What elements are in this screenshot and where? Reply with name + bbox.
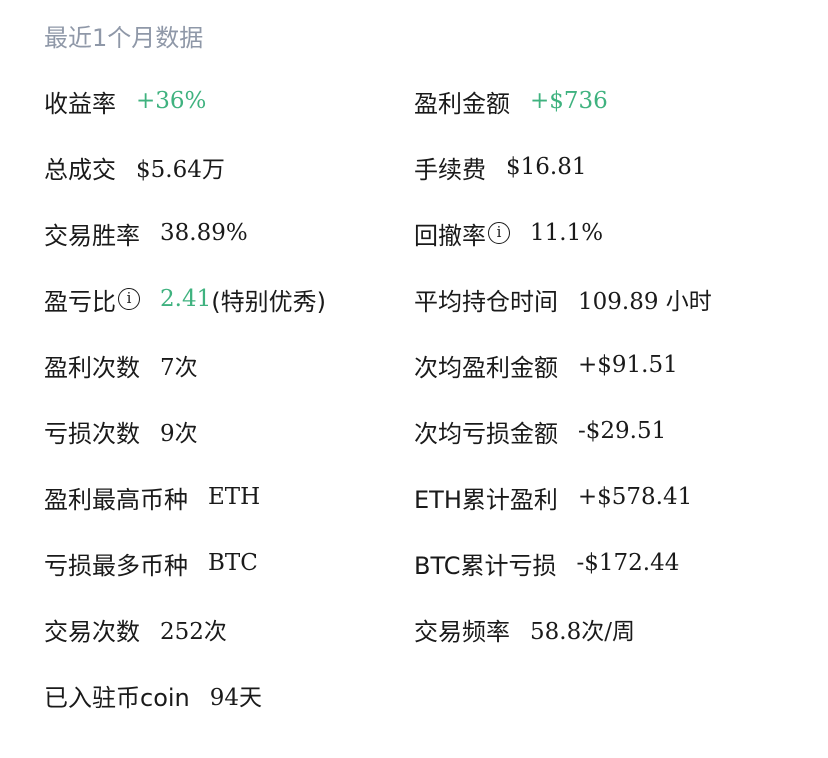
stat-value: 2.41	[160, 286, 212, 312]
stat-value: 252次	[160, 619, 227, 645]
stat-win-count: 盈利次数 7次	[44, 348, 198, 382]
stat-label: 交易胜率	[44, 221, 140, 250]
stat-label: 盈利金额	[414, 89, 510, 118]
stats-grid: 收益率 +36% 盈利金额 +$736 总成交 $5.64万 手续费 $16.8…	[0, 84, 828, 744]
stat-total-volume: 总成交 $5.64万	[44, 150, 225, 184]
stat-label: 收益率	[44, 89, 116, 118]
stat-value: BTC	[208, 550, 258, 576]
stat-label: 交易频率	[414, 617, 510, 646]
stat-label: 手续费	[414, 155, 486, 184]
stat-value: 7次	[160, 355, 198, 381]
stat-label: 盈利最高币种	[44, 485, 188, 514]
stats-row: 亏损最多币种 BTC BTC累计亏损 -$172.44	[0, 546, 828, 612]
stats-row: 收益率 +36% 盈利金额 +$736	[0, 84, 828, 150]
stat-trade-freq: 交易频率 58.8次/周	[414, 612, 635, 646]
stat-value: 94天	[209, 685, 263, 711]
stat-label: 次均亏损金额	[414, 419, 558, 448]
stat-label: 亏损次数	[44, 419, 140, 448]
stat-label: 盈亏比	[44, 287, 116, 316]
stat-trade-count: 交易次数 252次	[44, 612, 227, 646]
stats-row: 总成交 $5.64万 手续费 $16.81	[0, 150, 828, 216]
stat-label: 亏损最多币种	[44, 551, 188, 580]
stat-label: 回撤率	[414, 221, 486, 250]
stat-label: ETH累计盈利	[414, 485, 558, 514]
stat-btc-cumulative: BTC累计亏损 -$172.44	[414, 546, 679, 580]
stat-avg-loss: 次均亏损金额 -$29.51	[414, 414, 666, 448]
stat-days-joined: 已入驻币coin 94天	[44, 678, 262, 712]
stat-value: 11.1%	[530, 220, 604, 246]
stat-value: +$736	[530, 88, 608, 114]
stat-drawdown: 回撤率 i 11.1%	[414, 216, 603, 250]
stat-profit-amount: 盈利金额 +$736	[414, 84, 608, 118]
stat-value: $16.81	[506, 154, 587, 180]
stat-value: -$29.51	[578, 418, 667, 444]
stat-value: 58.8次/周	[530, 619, 635, 645]
stat-label: 已入驻币coin	[44, 683, 190, 712]
stat-label: BTC累计亏损	[414, 551, 557, 580]
stat-return-rate: 收益率 +36%	[44, 84, 206, 118]
stats-row: 亏损次数 9次 次均亏损金额 -$29.51	[0, 414, 828, 480]
stat-loss-count: 亏损次数 9次	[44, 414, 198, 448]
stat-label: 次均盈利金额	[414, 353, 558, 382]
stats-row: 已入驻币coin 94天	[0, 678, 828, 744]
stat-avg-hold-time: 平均持仓时间 109.89 小时	[414, 282, 712, 316]
stat-value: 9次	[160, 421, 198, 447]
stats-row: 盈亏比 i 2.41 (特别优秀) 平均持仓时间 109.89 小时	[0, 282, 828, 348]
stat-label: 平均持仓时间	[414, 287, 558, 316]
stat-value: +$91.51	[578, 352, 678, 378]
stat-pl-ratio: 盈亏比 i 2.41 (特别优秀)	[44, 282, 326, 316]
stat-fees: 手续费 $16.81	[414, 150, 586, 184]
info-icon[interactable]: i	[488, 222, 510, 244]
stat-top-profit-coin: 盈利最高币种 ETH	[44, 480, 260, 514]
stat-value: ETH	[208, 484, 261, 510]
stat-top-loss-coin: 亏损最多币种 BTC	[44, 546, 258, 580]
stats-row: 交易次数 252次 交易频率 58.8次/周	[0, 612, 828, 678]
stat-value: -$172.44	[576, 550, 680, 576]
stat-value: $5.64万	[136, 157, 225, 183]
stat-eth-cumulative: ETH累计盈利 +$578.41	[414, 480, 692, 514]
stat-value: 109.89 小时	[578, 289, 712, 315]
stats-row: 盈利最高币种 ETH ETH累计盈利 +$578.41	[0, 480, 828, 546]
stat-win-rate: 交易胜率 38.89%	[44, 216, 248, 250]
stats-row: 盈利次数 7次 次均盈利金额 +$91.51	[0, 348, 828, 414]
stat-value: 38.89%	[160, 220, 248, 246]
stats-row: 交易胜率 38.89% 回撤率 i 11.1%	[0, 216, 828, 282]
stat-note: (特别优秀)	[211, 287, 326, 316]
info-icon[interactable]: i	[118, 288, 140, 310]
stat-label: 总成交	[44, 155, 116, 184]
stat-value: +36%	[136, 88, 207, 114]
section-title: 最近1个月数据	[44, 24, 204, 52]
stat-label: 交易次数	[44, 617, 140, 646]
stat-avg-win: 次均盈利金额 +$91.51	[414, 348, 678, 382]
stat-label: 盈利次数	[44, 353, 140, 382]
stat-value: +$578.41	[577, 484, 693, 510]
